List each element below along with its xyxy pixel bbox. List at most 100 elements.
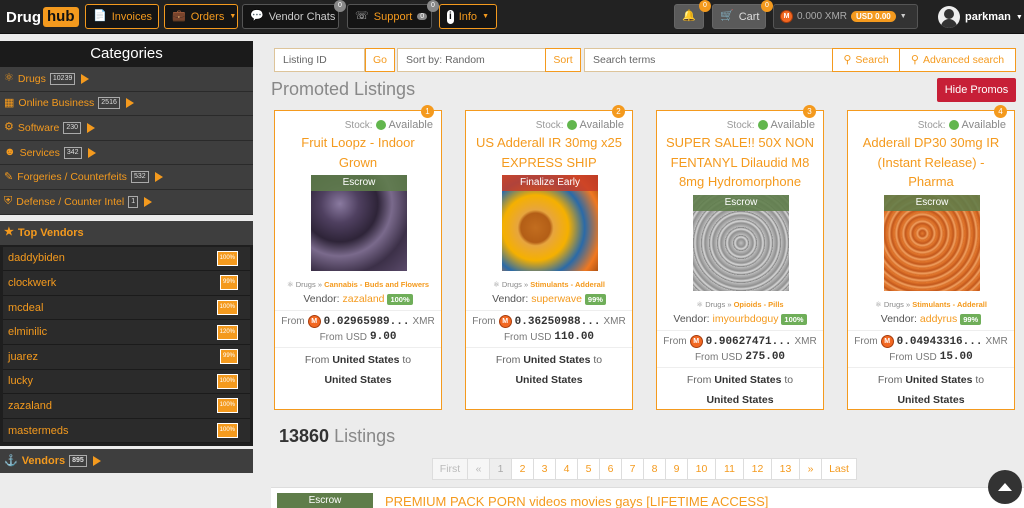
cart-button[interactable]: 🛒 Cart 0	[712, 0, 773, 29]
crumb-sub[interactable]: Opioids - Pills	[734, 300, 784, 309]
expand-arrow-icon[interactable]	[144, 196, 153, 207]
listing-id-input[interactable]: Listing ID	[274, 48, 365, 72]
category-online-business[interactable]: ▦ Online Business 2516	[0, 91, 253, 117]
listing-image[interactable]: Escrow	[884, 195, 980, 291]
page-8[interactable]: 8	[643, 458, 666, 480]
search-button[interactable]: ⚲ Search	[832, 48, 900, 72]
go-button[interactable]: Go	[365, 48, 395, 72]
vendor-link[interactable]: addyrus	[920, 313, 957, 325]
price-xmr: From M 0.02965989... XMR	[275, 315, 441, 328]
search-terms-input[interactable]: Search terms	[584, 48, 833, 72]
invoices-button[interactable]: 📄 Invoices	[85, 4, 159, 29]
top-vendor-item[interactable]: juarez 99%	[3, 344, 250, 370]
promoted-card[interactable]: 2 Stock: Available US Adderall IR 30mg x2…	[465, 105, 633, 410]
listing-image[interactable]: Finalize Early	[502, 175, 598, 271]
page-9[interactable]: 9	[665, 458, 688, 480]
page-11[interactable]: 11	[715, 458, 744, 480]
expand-arrow-icon[interactable]	[81, 73, 90, 84]
expand-arrow-icon[interactable]	[92, 456, 101, 467]
listing-title[interactable]: SUPER SALE!! 50X NON FENTANYL Dilaudid M…	[665, 133, 815, 192]
notifications-button[interactable]: 🔔 0	[674, 0, 711, 29]
page-last[interactable]: Last	[821, 458, 857, 480]
expand-arrow-icon[interactable]	[154, 172, 163, 183]
brand-logo[interactable]: Drug hub	[6, 6, 79, 28]
promoted-card[interactable]: 3 Stock: Available SUPER SALE!! 50X NON F…	[656, 105, 824, 410]
top-vendor-item[interactable]: mastermeds 100%	[3, 418, 250, 444]
top-vendor-item[interactable]: elminilic 120%	[3, 320, 250, 345]
expand-arrow-icon[interactable]	[125, 98, 134, 109]
category-software[interactable]: ⚙ Software 230	[0, 116, 253, 141]
vendor-label: Vendor:	[673, 313, 710, 325]
promoted-card[interactable]: 4 Stock: Available Adderall DP30 30mg IR …	[847, 105, 1015, 410]
page-3[interactable]: 3	[533, 458, 556, 480]
vendor-name: mastermeds	[8, 424, 69, 437]
vendor-rating-badge: 100%	[781, 314, 807, 325]
top-navbar: Drug hub 📄 Invoices 💼 Orders ▼ 💬 Vendor …	[0, 0, 1024, 34]
expand-arrow-icon[interactable]	[87, 122, 95, 133]
listing-title[interactable]: Adderall DP30 30mg IR (Instant Release) …	[856, 133, 1006, 192]
orders-dropdown[interactable]: 💼 Orders ▼	[164, 4, 238, 29]
category-forgeries[interactable]: ✎ Forgeries / Counterfeits 532	[0, 165, 253, 190]
listing-image[interactable]: Escrow	[311, 175, 407, 271]
support-dropdown[interactable]: ☏ Support 0 0	[347, 0, 439, 29]
page-2[interactable]: 2	[511, 458, 534, 480]
category-defense[interactable]: ⛨ Defense / Counter Intel 1	[0, 189, 253, 215]
vendor-link[interactable]: imyourbdoguy	[713, 313, 779, 325]
info-dropdown[interactable]: i Info ▼	[439, 4, 497, 29]
promoted-card[interactable]: 1 Stock: Available Fruit Loopz - Indoor G…	[274, 105, 442, 410]
vendor-link[interactable]: superwave	[531, 293, 582, 305]
page-12[interactable]: 12	[743, 458, 772, 480]
balance-xmr: 0.000 XMR	[797, 11, 848, 22]
briefcase-icon: 💼	[172, 10, 186, 22]
ship-from-label: From	[686, 374, 712, 386]
listing-title[interactable]: PREMIUM PACK PORN videos movies gays [LI…	[385, 494, 768, 508]
page-4[interactable]: 4	[555, 458, 578, 480]
page-6[interactable]: 6	[599, 458, 622, 480]
crumb-sub[interactable]: Stimulants - Adderall	[530, 280, 605, 289]
expand-arrow-icon[interactable]	[87, 147, 96, 158]
sort-button[interactable]: Sort	[545, 48, 581, 72]
available-text: Available	[579, 119, 624, 131]
support-badge-inline: 0	[417, 13, 428, 20]
category-count: 532	[130, 171, 149, 184]
user-menu[interactable]: parkman ▼	[938, 5, 1023, 29]
top-vendor-item[interactable]: mcdeal 100%	[3, 295, 250, 321]
category-drugs[interactable]: ⚛ Drugs 10239	[0, 67, 253, 92]
caret-down-icon: ▼	[482, 13, 489, 20]
listing-image[interactable]: Escrow	[693, 195, 789, 291]
vendor-link[interactable]: zazaland	[342, 293, 384, 305]
page-5[interactable]: 5	[577, 458, 600, 480]
monero-icon: M	[307, 315, 321, 328]
vendor-chats-badge: 0	[334, 0, 346, 12]
top-vendor-item[interactable]: daddybiden 100%	[3, 246, 250, 272]
vendor-chats-button[interactable]: 💬 Vendor Chats 0	[242, 0, 346, 29]
top-vendor-item[interactable]: clockwerk 99%	[3, 271, 250, 296]
listing-row[interactable]: Escrow PREMIUM PACK PORN videos movies g…	[271, 487, 1024, 508]
page-next[interactable]: »	[799, 458, 822, 480]
page-first: First	[432, 458, 468, 480]
hide-promos-button[interactable]: Hide Promos	[937, 78, 1016, 102]
wallet-balance-dropdown[interactable]: M 0.000 XMR USD 0.00 ▼	[773, 4, 918, 29]
top-vendor-item[interactable]: lucky 100%	[3, 369, 250, 395]
divider	[466, 310, 632, 311]
page-7[interactable]: 7	[621, 458, 644, 480]
advanced-search-button[interactable]: ⚲ Advanced search	[899, 48, 1016, 72]
listing-title[interactable]: Fruit Loopz - Indoor Grown	[283, 133, 433, 172]
page-13[interactable]: 13	[771, 458, 800, 480]
listing-title[interactable]: US Adderall IR 30mg x25 EXPRESS SHIP	[474, 133, 624, 172]
crumb-sub[interactable]: Cannabis - Buds and Flowers	[324, 280, 429, 289]
page-10[interactable]: 10	[687, 458, 716, 480]
sort-select[interactable]: Sort by: Random	[397, 48, 546, 72]
xmr-value: 0.90627471...	[705, 335, 792, 348]
vendor-rating: 100%	[216, 300, 238, 316]
chevron-up-icon[interactable]	[988, 470, 1022, 504]
crumb-sub[interactable]: Stimulants - Adderall	[912, 300, 987, 309]
vendors-link[interactable]: ⚓ Vendors 895	[0, 449, 253, 474]
category-services[interactable]: ☻ Services 342	[0, 140, 253, 166]
price-usd: From USD 275.00	[657, 351, 823, 363]
cog-icon: ⚙	[4, 121, 14, 134]
xmr-label: XMR	[603, 316, 626, 327]
ship-from: From United States to	[466, 354, 632, 366]
top-vendor-item[interactable]: zazaland 100%	[3, 394, 250, 419]
divider	[848, 330, 1014, 331]
